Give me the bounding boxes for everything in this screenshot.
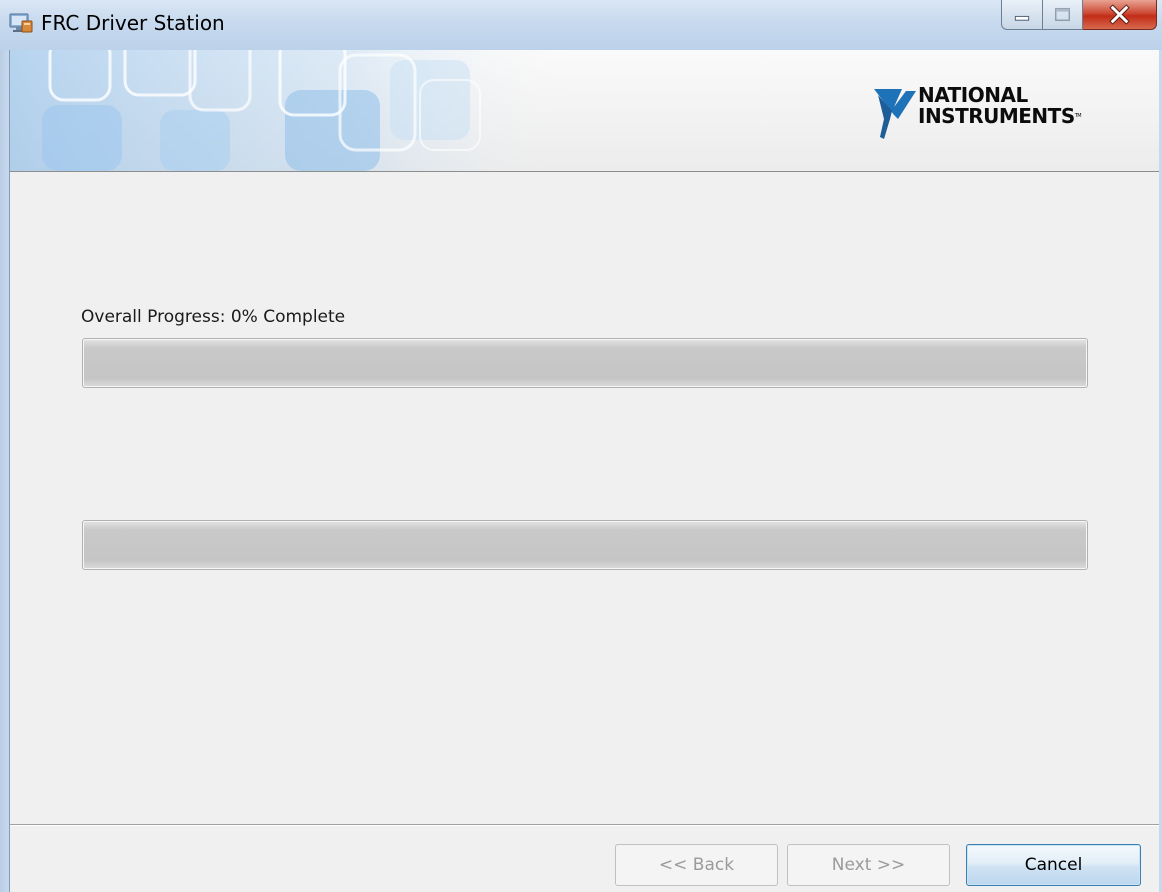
- ni-logo-line2: INSTRUMENTSTM: [918, 104, 1082, 128]
- cancel-button[interactable]: Cancel: [966, 844, 1141, 886]
- installer-window: FRC Driver Station NATIONAL INSTRUMENTST…: [0, 0, 1162, 892]
- maximize-icon: [1055, 7, 1070, 22]
- banner-decoration: [10, 50, 570, 171]
- window-controls: [1001, 0, 1157, 36]
- close-icon: [1109, 4, 1130, 25]
- title-bar[interactable]: FRC Driver Station: [0, 0, 1162, 50]
- ni-logo: NATIONAL INSTRUMENTSTM: [872, 85, 1102, 145]
- task-progress-bar: [82, 520, 1088, 570]
- overall-progress-bar: [82, 338, 1088, 388]
- minimize-icon: [1014, 15, 1030, 21]
- window-title: FRC Driver Station: [41, 11, 225, 35]
- app-icon: [9, 13, 33, 33]
- close-button[interactable]: [1083, 0, 1157, 30]
- minimize-button[interactable]: [1001, 0, 1043, 30]
- next-button[interactable]: Next >>: [787, 844, 950, 886]
- ni-logo-trademark: TM: [1074, 113, 1082, 119]
- overall-progress-label: Overall Progress: 0% Complete: [81, 307, 346, 327]
- window-frame-left: [0, 50, 9, 892]
- ni-logo-line1: NATIONAL: [918, 83, 1028, 107]
- maximize-button[interactable]: [1043, 0, 1083, 30]
- ni-logo-line2-text: INSTRUMENTS: [918, 104, 1075, 128]
- footer-divider: [10, 824, 1159, 826]
- header-banner: NATIONAL INSTRUMENTSTM: [10, 50, 1159, 172]
- ni-eagle-icon: [874, 89, 916, 139]
- back-button[interactable]: << Back: [615, 844, 778, 886]
- dialog-body: NATIONAL INSTRUMENTSTM Overall Progress:…: [9, 50, 1159, 892]
- ni-logo-text: NATIONAL INSTRUMENTSTM: [918, 83, 1082, 128]
